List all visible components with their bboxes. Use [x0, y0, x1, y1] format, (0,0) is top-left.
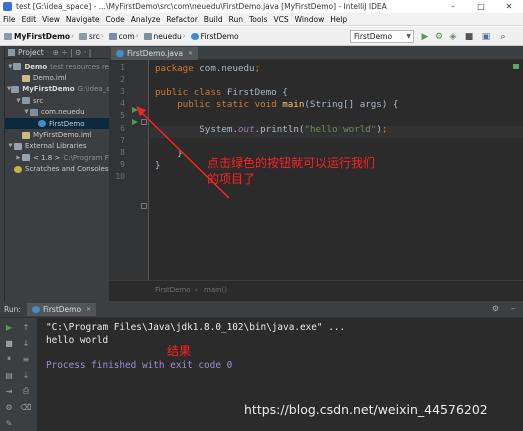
dump-threads-icon[interactable]: ▤	[4, 370, 14, 380]
run-panel-header: Run: FirstDemo ✕ ⚙ –	[0, 301, 523, 318]
print-icon[interactable]: ⎙	[21, 386, 31, 396]
pause-icon[interactable]: ⏸	[4, 354, 14, 364]
run-tab-label: FirstDemo	[43, 305, 82, 314]
scroll-down-icon[interactable]: ↓	[21, 338, 31, 348]
scroll-to-end-icon[interactable]: ⇣	[21, 370, 31, 380]
scroll-up-icon[interactable]: ↑	[21, 322, 31, 332]
rerun-icon[interactable]: ▶	[4, 322, 14, 332]
console-line: hello world	[46, 334, 109, 346]
watermark-url: https://blog.csdn.net/weixin_44576202	[244, 402, 488, 417]
exit-icon[interactable]: ⇥	[4, 386, 14, 396]
annotation-run-hint-line1: 点击绿色的按钮就可以运行我们	[207, 156, 376, 170]
run-panel-label: Run:	[4, 305, 21, 314]
class-icon	[32, 306, 40, 313]
clear-all-icon[interactable]: ⌫	[20, 402, 31, 412]
run-toolbar: ▶ ↑ ■ ↓ ⏸ ≡ ▤ ⇣ ⇥ ⎙ ⚙ ⌫ ✎	[0, 318, 38, 431]
gear-icon[interactable]: ⚙	[492, 304, 499, 313]
stop-icon[interactable]: ■	[4, 338, 14, 348]
console-line: "C:\Program Files\Java\jdk1.8.0_102\bin\…	[46, 322, 346, 333]
console-line: Process finished with exit code 0	[46, 359, 233, 371]
run-tab-firstdemo[interactable]: FirstDemo ✕	[27, 303, 97, 316]
close-icon[interactable]: ✕	[86, 306, 91, 313]
pin-icon[interactable]: ✎	[4, 418, 14, 428]
hide-panel-icon[interactable]: –	[511, 304, 515, 313]
settings-icon[interactable]: ⚙	[4, 402, 14, 412]
annotation-run-hint: 点击绿色的按钮就可以运行我们 的项目了	[207, 155, 375, 187]
annotation-result: 结果	[167, 344, 192, 358]
soft-wrap-icon[interactable]: ≡	[21, 354, 31, 364]
annotation-run-hint-line2: 的项目了	[207, 172, 256, 186]
